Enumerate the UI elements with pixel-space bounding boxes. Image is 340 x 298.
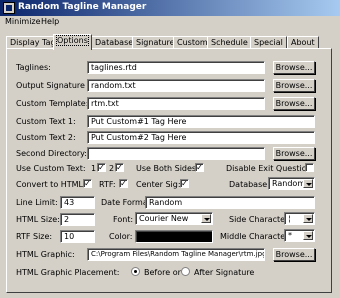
output-signature-browse-button[interactable]: Browse...: [273, 79, 315, 92]
rtf-size-label: RTF Size:: [16, 232, 53, 241]
custom-text2-field[interactable]: Put Custom#2 Tag Here: [87, 131, 315, 144]
html-graphic-placement-label: HTML Graphic Placement:: [16, 268, 120, 277]
custom-text-1-option-label: 1: [91, 164, 97, 173]
tab-strip: Display Tag Options Database Signature C…: [6, 34, 336, 50]
second-directory-browse-button[interactable]: Browse...: [273, 147, 315, 160]
color-swatch[interactable]: [135, 230, 213, 243]
use-custom-text-1-checkbox[interactable]: ✓: [97, 163, 106, 172]
html-size-field[interactable]: 2: [60, 213, 95, 226]
side-character-value: ¦: [288, 214, 291, 223]
app-icon: [3, 2, 15, 14]
taglines-label: Taglines:: [16, 63, 51, 72]
chevron-down-icon[interactable]: [303, 179, 313, 188]
line-limit-field[interactable]: 43: [60, 196, 95, 209]
custom-text2-label: Custom Text 2:: [16, 133, 76, 142]
use-custom-text-2-checkbox[interactable]: ✓: [115, 163, 124, 172]
database-select-value: Random: [272, 179, 306, 188]
taglines-browse-button[interactable]: Browse...: [273, 61, 315, 74]
rtf-label: RTF:: [99, 180, 116, 189]
chevron-down-icon[interactable]: [303, 231, 313, 240]
chevron-down-icon[interactable]: [201, 214, 211, 223]
rtf-size-field[interactable]: 10: [60, 230, 95, 243]
convert-to-html-checkbox[interactable]: ✓: [83, 179, 92, 188]
database-select[interactable]: Random: [268, 177, 315, 190]
color-label: Color:: [109, 232, 133, 241]
placement-before-radio[interactable]: [131, 267, 140, 276]
placement-after-label: After Signature: [194, 268, 255, 277]
custom-text1-field[interactable]: Put Custom#1 Tag Here: [87, 115, 315, 128]
title-bar: Random Tagline Manager: [0, 0, 340, 16]
center-sig-label: Center Sig:: [136, 180, 181, 189]
middle-character-label: Middle Character:: [220, 232, 292, 241]
taglines-field[interactable]: taglines.rtd: [87, 61, 265, 74]
output-signature-label: Output Signature :: [16, 81, 91, 90]
side-character-select[interactable]: ¦: [284, 212, 315, 225]
custom-text-2-option-label: 2: [109, 164, 115, 173]
tab-options[interactable]: Options: [53, 34, 92, 50]
html-graphic-field[interactable]: C:\Program Files\Random Tagline Manager\…: [87, 248, 265, 261]
second-directory-field[interactable]: [87, 147, 265, 160]
rtf-checkbox[interactable]: ✓: [119, 179, 128, 188]
placement-before-label: Before or: [144, 268, 181, 277]
html-graphic-browse-button[interactable]: Browse...: [273, 248, 315, 261]
date-format-field[interactable]: Random: [145, 196, 315, 209]
line-limit-label: Line Limit:: [16, 198, 58, 207]
side-character-label: Side Character:: [229, 215, 291, 224]
font-label: Font:: [113, 215, 134, 224]
window-title: Random Tagline Manager: [18, 2, 147, 12]
middle-character-value: *: [288, 231, 292, 240]
menu-minimize[interactable]: Minimize: [5, 17, 41, 26]
second-directory-label: Second Directory:: [16, 149, 87, 158]
database-label: Database:: [229, 180, 270, 189]
custom-template-field[interactable]: rtm.txt: [87, 97, 265, 110]
use-both-sides-checkbox[interactable]: ✓: [195, 163, 204, 172]
chevron-down-icon[interactable]: [303, 214, 313, 223]
menu-bar: Minimize Help: [0, 16, 340, 29]
disable-exit-question-label: Disable Exit Question:: [226, 164, 315, 173]
middle-character-select[interactable]: *: [284, 229, 315, 242]
convert-to-html-label: Convert to HTML:: [16, 180, 86, 189]
custom-template-label: Custom Template:: [16, 99, 89, 108]
html-size-label: HTML Size:: [16, 215, 60, 224]
output-signature-field[interactable]: random.txt: [87, 79, 265, 92]
custom-text1-label: Custom Text 1:: [16, 117, 76, 126]
menu-help[interactable]: Help: [41, 17, 59, 26]
use-custom-text-label: Use Custom Text:: [16, 164, 86, 173]
use-both-sides-label: Use Both Sides:: [136, 164, 199, 173]
custom-template-browse-button[interactable]: Browse...: [273, 97, 315, 110]
placement-after-radio[interactable]: [181, 267, 190, 276]
font-select-value: Courier New: [139, 214, 189, 223]
center-sig-checkbox[interactable]: ✓: [180, 179, 189, 188]
font-select[interactable]: Courier New: [135, 212, 213, 225]
html-graphic-label: HTML Graphic:: [16, 250, 75, 259]
disable-exit-question-checkbox[interactable]: [305, 163, 314, 172]
